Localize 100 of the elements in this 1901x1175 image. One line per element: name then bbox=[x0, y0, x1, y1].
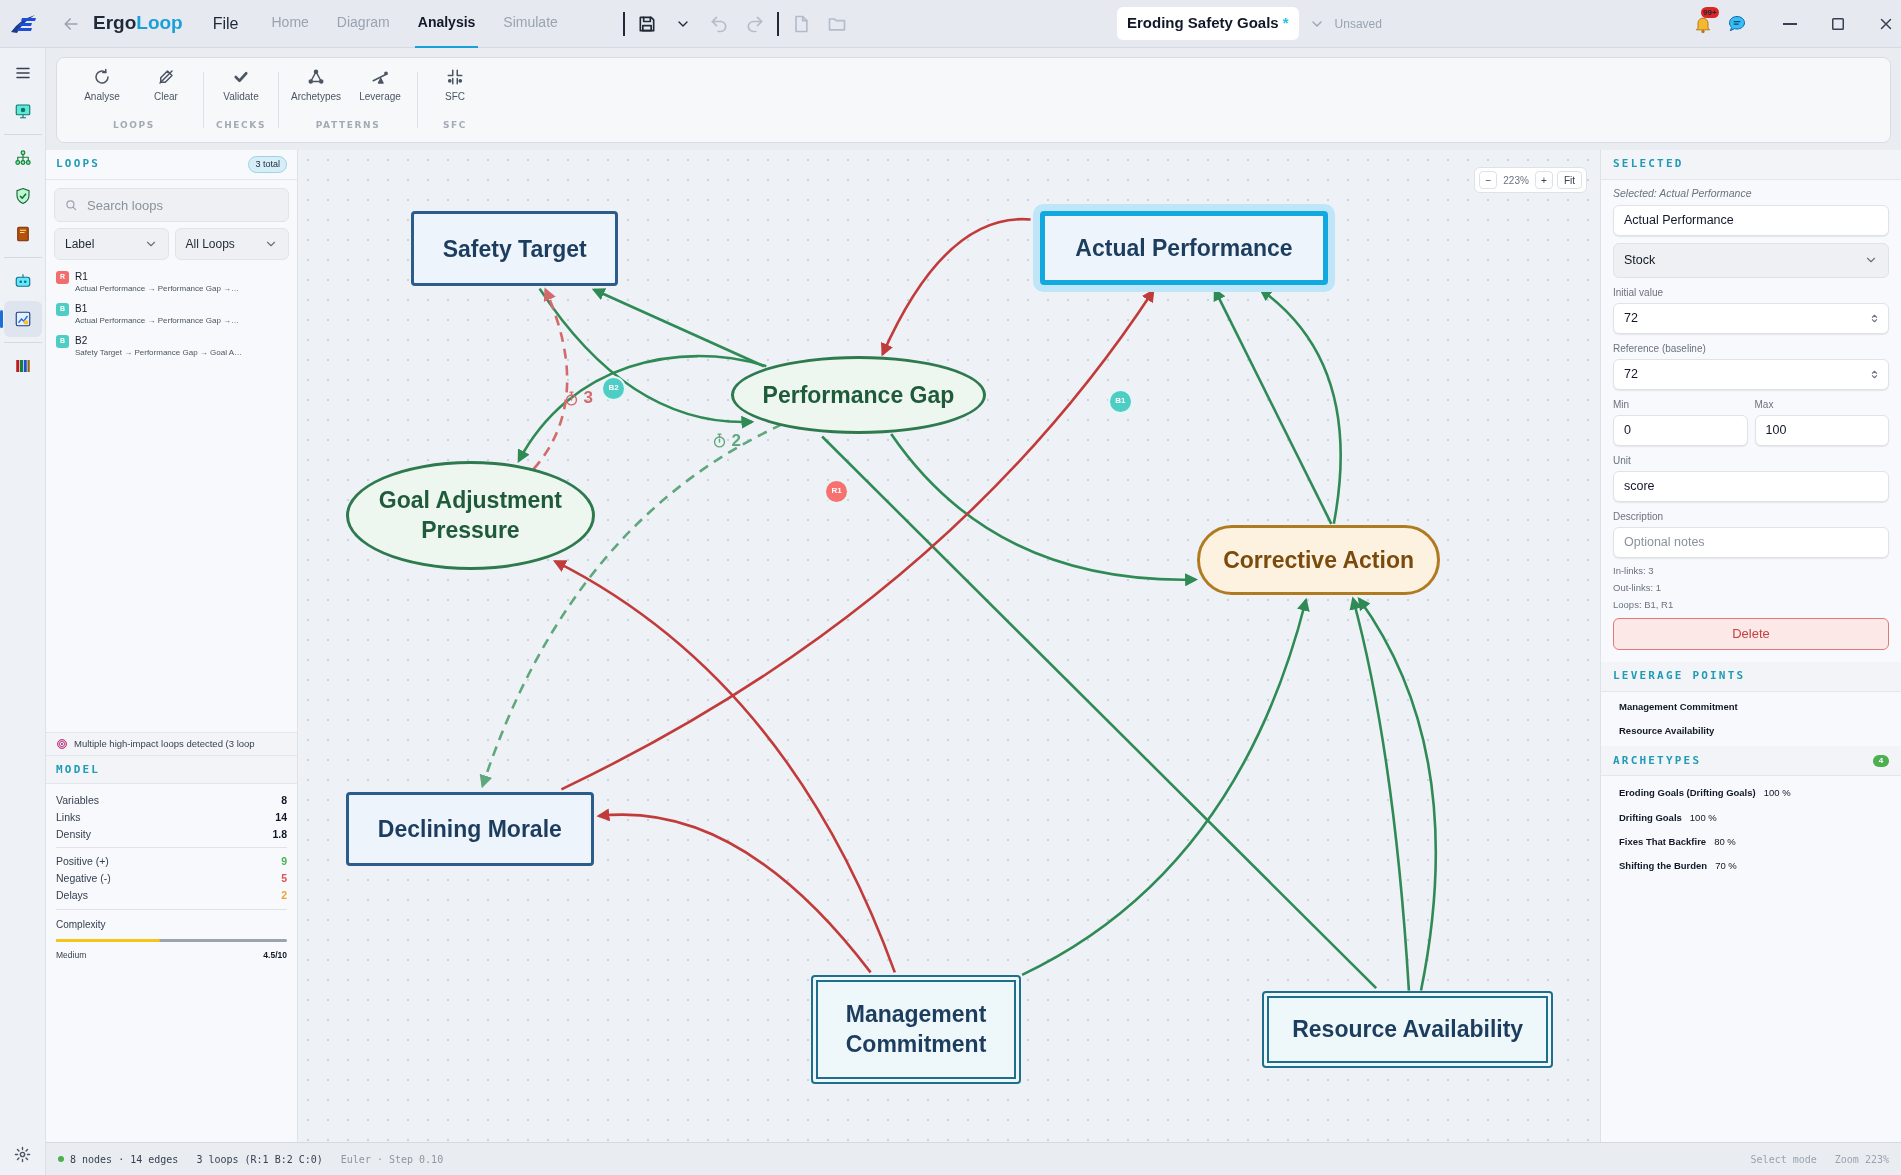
leverage-item[interactable]: Resource Availability bbox=[1619, 724, 1883, 739]
analyse-button[interactable]: Analyse bbox=[73, 68, 131, 104]
zoom-in-button[interactable]: + bbox=[1534, 171, 1553, 189]
stat-label: Positive (+) bbox=[56, 854, 109, 869]
stat-label: Variables bbox=[56, 793, 99, 808]
field-label: Reference (baseline) bbox=[1613, 341, 1707, 356]
stat-value: 14 bbox=[275, 810, 287, 825]
count-badge: 4 bbox=[1873, 754, 1889, 767]
robot-icon bbox=[13, 272, 32, 290]
link-arrow[interactable] bbox=[1349, 596, 1411, 991]
link-count: Out-links: 1 bbox=[1613, 580, 1663, 595]
status-indicator-icon bbox=[58, 1156, 64, 1162]
group-label: SFC bbox=[442, 118, 468, 132]
link-arrow[interactable] bbox=[538, 287, 755, 429]
link-arrow[interactable] bbox=[1357, 596, 1437, 991]
zoom-out-button[interactable]: − bbox=[1479, 171, 1498, 189]
eraser-icon bbox=[157, 68, 175, 86]
complexity-rating: Medium bbox=[56, 949, 87, 962]
leverage-node[interactable]: Resource Availability bbox=[1262, 990, 1554, 1069]
section-title: LEVERAGE POINTS bbox=[1613, 668, 1746, 684]
description-field[interactable]: Optional notes bbox=[1613, 526, 1889, 558]
section-title: MODEL bbox=[56, 761, 101, 778]
dashboard-button[interactable] bbox=[3, 301, 42, 337]
complexity-score: 4.5/10 bbox=[263, 949, 287, 962]
delete-button[interactable]: Delete bbox=[1613, 617, 1889, 650]
stat-label: Links bbox=[56, 810, 81, 825]
action-node[interactable]: Corrective Action bbox=[1196, 525, 1441, 596]
status-text: 3 loops (R:1 B:2 C:0) bbox=[196, 1152, 323, 1167]
status-text: Select mode bbox=[1750, 1152, 1817, 1167]
zoom-level: 223% bbox=[1502, 173, 1530, 188]
complexity-label: Complexity bbox=[56, 918, 107, 933]
selection-caption: Selected: Actual Performance bbox=[1613, 186, 1753, 201]
stat-label: Negative (-) bbox=[56, 871, 111, 886]
section-title: SELECTED bbox=[1613, 156, 1684, 173]
stat-value: 1.8 bbox=[272, 827, 287, 842]
variable-node[interactable]: Performance Gap bbox=[731, 356, 986, 435]
archetypes-button[interactable]: Archetypes bbox=[287, 68, 345, 104]
shield-check-icon bbox=[13, 187, 32, 205]
field-label: Min bbox=[1613, 397, 1631, 412]
leverage-button[interactable]: Leverage bbox=[351, 68, 409, 104]
name-field[interactable]: Actual Performance bbox=[1613, 204, 1889, 236]
stat-value: 8 bbox=[281, 793, 287, 808]
document-title[interactable]: Eroding Safety Goals * bbox=[1117, 7, 1299, 40]
filter-dropdown[interactable]: Label bbox=[54, 228, 169, 260]
leverage-node[interactable]: Management Commitment bbox=[811, 974, 1021, 1084]
file-menu[interactable]: File bbox=[212, 11, 239, 36]
unit-field[interactable]: score bbox=[1613, 470, 1889, 502]
link-arrow[interactable] bbox=[1021, 597, 1310, 976]
archetype-item[interactable]: Fixes That Backfire 80 % bbox=[1619, 834, 1883, 849]
sfc-button[interactable]: SFC bbox=[426, 68, 484, 104]
stat-label: Density bbox=[56, 827, 91, 842]
monitor-icon bbox=[13, 102, 32, 120]
chat-bubble-icon bbox=[1727, 13, 1747, 34]
delay-label: 3 bbox=[562, 385, 594, 411]
target-icon bbox=[56, 738, 68, 751]
search-field[interactable]: Search loops bbox=[54, 188, 289, 222]
link-arrow[interactable] bbox=[591, 288, 765, 368]
app-name: ErgoLoop bbox=[93, 11, 183, 36]
type-select[interactable]: Stock bbox=[1613, 242, 1889, 278]
search-icon bbox=[64, 198, 78, 212]
stock-node[interactable]: Declining Morale bbox=[345, 791, 595, 866]
network-icon bbox=[13, 149, 32, 167]
leverage-item[interactable]: Management Commitment bbox=[1619, 699, 1883, 714]
link-arrow[interactable] bbox=[881, 218, 1031, 357]
link-count: In-links: 3 bbox=[1613, 563, 1655, 578]
number-field[interactable]: 72 bbox=[1613, 358, 1889, 390]
refresh-icon bbox=[93, 68, 111, 86]
archetype-item[interactable]: Eroding Goals (Drifting Goals) 100 % bbox=[1619, 786, 1883, 801]
range-field[interactable]: 100 bbox=[1754, 414, 1889, 446]
save-status: Unsaved bbox=[1334, 15, 1382, 33]
fit-button[interactable]: Fit bbox=[1556, 171, 1582, 189]
link-arrow[interactable] bbox=[890, 433, 1199, 586]
status-text: 8 nodes · 14 edges bbox=[70, 1152, 179, 1167]
validate-button[interactable]: Validate bbox=[212, 68, 270, 104]
number-field[interactable]: 72 bbox=[1613, 302, 1889, 334]
undo-icon bbox=[708, 13, 729, 34]
field-label: Unit bbox=[1613, 453, 1632, 468]
link-arrow[interactable] bbox=[596, 808, 872, 974]
status-text: Euler · Step 0.10 bbox=[340, 1152, 444, 1167]
chart-icon bbox=[13, 310, 32, 328]
grid-icon bbox=[446, 68, 464, 86]
stat-value: 5 bbox=[281, 871, 287, 886]
clear-button[interactable]: Clear bbox=[137, 68, 195, 104]
notification-count: 99+ bbox=[1701, 6, 1719, 18]
status-text: Zoom 223% bbox=[1834, 1152, 1889, 1167]
stock-node[interactable]: Safety Target bbox=[411, 210, 619, 287]
archetype-item[interactable]: Drifting Goals 100 % bbox=[1619, 810, 1883, 825]
link-arrow[interactable] bbox=[532, 287, 569, 470]
archetype-item[interactable]: Shifting the Burden 70 % bbox=[1619, 859, 1883, 874]
filter-dropdown[interactable]: All Loops bbox=[174, 228, 289, 260]
field-label: Max bbox=[1754, 397, 1775, 412]
range-field[interactable]: 0 bbox=[1613, 414, 1748, 446]
alert-message: Multiple high-impact loops detected (3 loop bbox=[74, 737, 255, 752]
field-label: Description bbox=[1613, 509, 1665, 524]
section-title: LOOPS bbox=[56, 156, 101, 173]
variable-node[interactable]: Goal Adjustment Pressure bbox=[345, 460, 596, 570]
triangle-icon bbox=[307, 68, 325, 86]
section-title: ARCHETYPES bbox=[1613, 752, 1702, 769]
settings-icon bbox=[14, 1145, 31, 1163]
stat-value: 2 bbox=[281, 888, 287, 903]
